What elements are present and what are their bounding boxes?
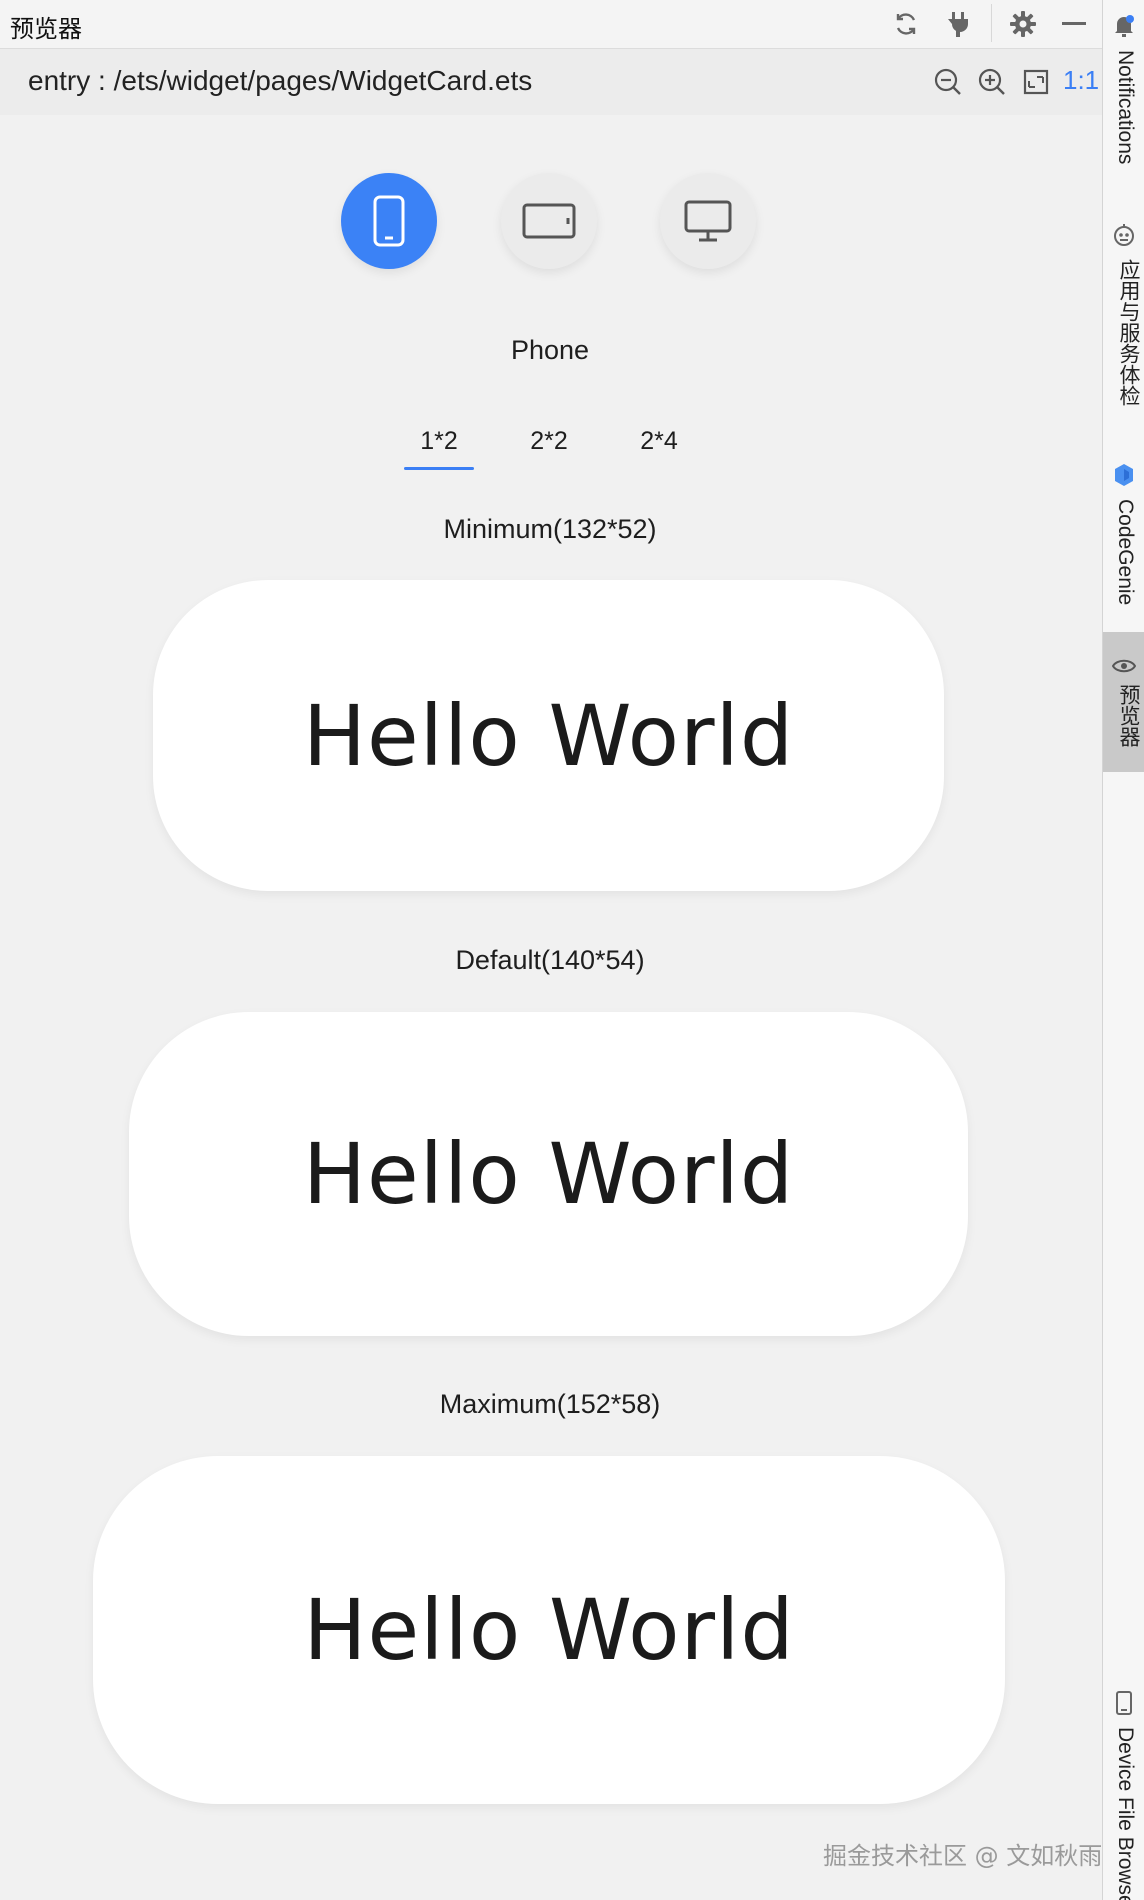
tab-2x2[interactable]: 2*2 [514, 427, 584, 456]
card-size-label-default: Default(140*54) [455, 945, 645, 975]
active-tab-indicator [404, 467, 474, 470]
sidebar-item-label: 预览器 [1117, 684, 1140, 747]
codegenie-icon [1112, 463, 1136, 487]
device-phone-button[interactable] [341, 173, 437, 269]
preview-area: Phone 1*2 2*2 2*4 Minimum(132*52) Hello … [0, 115, 1102, 1900]
phone-icon [373, 195, 405, 247]
preview-titlebar: 预览器 [0, 0, 1102, 49]
card-text: Hello World [302, 1125, 795, 1223]
card-size-label-maximum: Maximum(152*58) [439, 1389, 661, 1419]
refresh-icon[interactable] [890, 8, 922, 40]
zoom-in-icon[interactable] [976, 66, 1008, 98]
monitor-icon [684, 200, 732, 242]
card-size-label-minimum: Minimum(132*52) [443, 514, 657, 544]
sidebar-item-notifications[interactable]: Notifications [1103, 0, 1144, 190]
device-icon [1112, 1691, 1136, 1715]
gear-icon[interactable] [1007, 8, 1039, 40]
actual-size-button[interactable]: 1:1 [1063, 65, 1099, 96]
sidebar-item-app-health-check[interactable]: 应用与服务体检 [1103, 215, 1144, 415]
card-text: Hello World [303, 1581, 795, 1679]
widget-card-default: Hello World [129, 1012, 968, 1336]
window-title: 预览器 [10, 15, 82, 43]
widget-card-maximum: Hello World [93, 1456, 1005, 1804]
tab-1x2[interactable]: 1*2 [404, 427, 474, 456]
tab-2x4[interactable]: 2*4 [624, 427, 694, 456]
file-path: entry : /ets/widget/pages/WidgetCard.ets [28, 65, 533, 96]
plug-icon[interactable] [942, 8, 974, 40]
sidebar-item-label: 应用与服务体检 [1117, 259, 1140, 406]
sidebar-item-label: Device File Browser [1114, 1727, 1137, 1900]
path-bar: entry : /ets/widget/pages/WidgetCard.ets… [0, 49, 1102, 115]
robot-icon [1112, 223, 1136, 247]
toolbar-separator [991, 4, 992, 42]
card-text: Hello World [302, 686, 795, 785]
sidebar-item-label: CodeGenie [1114, 499, 1137, 606]
sidebar-item-label: Notifications [1114, 50, 1137, 165]
sidebar-item-previewer[interactable]: 预览器 [1103, 632, 1144, 772]
eye-icon [1112, 654, 1136, 678]
sidebar-item-device-file-browser[interactable]: Device File Browser [1103, 1685, 1144, 1900]
bell-icon [1112, 14, 1136, 38]
minimize-icon[interactable] [1058, 8, 1090, 40]
right-tool-sidebar: Notifications 应用与服务体检 CodeGenie 预览器 Devi… [1102, 0, 1144, 1900]
zoom-out-icon[interactable] [932, 66, 964, 98]
fit-screen-icon[interactable] [1020, 66, 1052, 98]
device-desktop-button[interactable] [660, 173, 756, 269]
device-tablet-button[interactable] [501, 173, 597, 269]
sidebar-item-codegenie[interactable]: CodeGenie [1103, 455, 1144, 625]
tablet-icon [522, 203, 576, 239]
device-label: Phone [510, 335, 590, 365]
widget-card-minimum: Hello World [153, 580, 944, 891]
watermark: 掘金技术社区 @ 文如秋雨 [823, 1842, 1103, 1870]
